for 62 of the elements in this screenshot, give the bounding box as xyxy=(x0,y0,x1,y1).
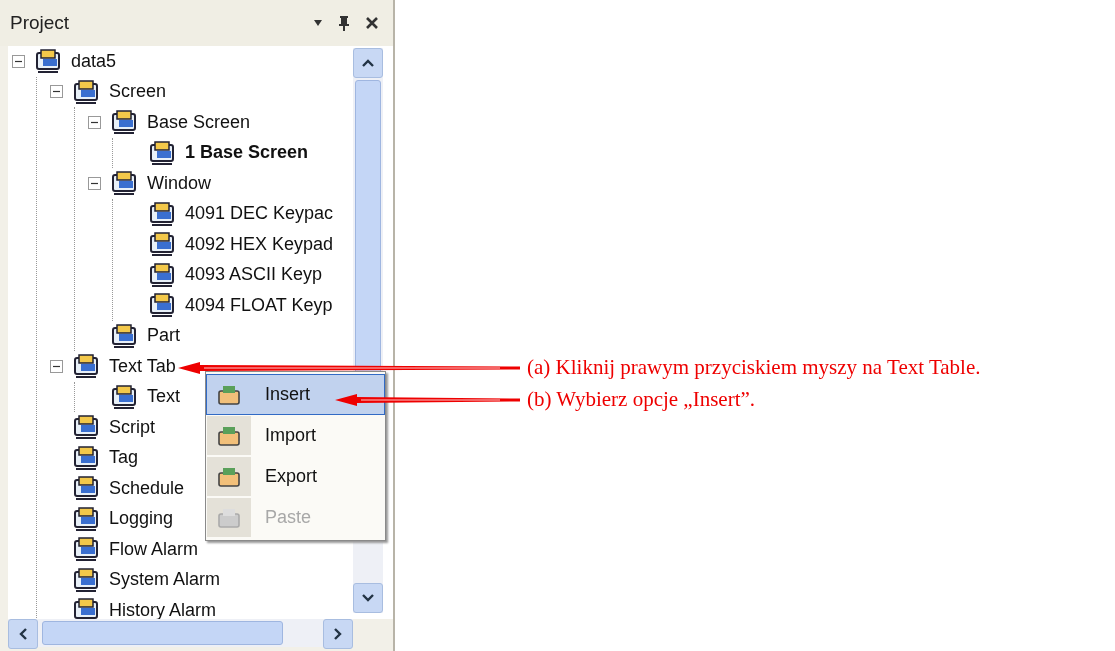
tree-item[interactable]: 4092 HEX Keypad xyxy=(183,232,336,256)
collapse-toggle[interactable] xyxy=(88,115,101,129)
tree-item[interactable]: Text Tab xyxy=(107,354,178,378)
annotation-text: (b) Wybierz opcje „Insert”. xyxy=(527,386,757,413)
tree-item[interactable]: Screen xyxy=(107,80,169,104)
node-icon xyxy=(111,170,137,197)
node-icon xyxy=(111,322,137,349)
collapse-toggle[interactable] xyxy=(50,85,63,99)
tree-item[interactable]: History Alarm xyxy=(107,598,218,619)
node-icon xyxy=(149,292,175,319)
node-icon xyxy=(73,444,99,471)
scroll-right-button[interactable] xyxy=(323,619,353,649)
close-icon[interactable] xyxy=(365,16,379,30)
tree-item[interactable]: data5 xyxy=(69,49,119,73)
node-icon xyxy=(73,414,99,441)
horizontal-scrollbar[interactable] xyxy=(8,619,353,647)
node-icon xyxy=(111,109,137,136)
node-icon xyxy=(73,78,99,105)
tree-item[interactable]: Part xyxy=(145,324,182,348)
right-chevron-icon xyxy=(333,627,343,641)
menu-item[interactable]: Insert xyxy=(206,374,385,415)
node-icon xyxy=(35,48,61,75)
node-icon xyxy=(111,383,137,410)
left-chevron-icon xyxy=(18,627,28,641)
node-icon xyxy=(149,200,175,227)
tree-item[interactable]: Flow Alarm xyxy=(107,537,200,561)
collapse-toggle[interactable] xyxy=(50,359,63,373)
tree-item[interactable]: 4091 DEC Keypac xyxy=(183,202,336,226)
collapse-toggle[interactable] xyxy=(88,176,101,190)
node-icon xyxy=(73,566,99,593)
menu-item[interactable]: Export xyxy=(206,456,385,497)
tree-item[interactable]: Base Screen xyxy=(145,110,253,134)
tree-item[interactable]: Schedule xyxy=(107,476,187,500)
tree-item[interactable]: 4093 ASCII Keyp xyxy=(183,263,325,287)
node-icon xyxy=(73,475,99,502)
scroll-left-button[interactable] xyxy=(8,619,38,649)
menu-item[interactable]: Import xyxy=(206,415,385,456)
annotation-text: (a) Kliknij prawym przyciskiem myszy na Text Table. xyxy=(527,354,981,381)
tree-item[interactable]: Tag xyxy=(107,446,141,470)
down-chevron-icon xyxy=(361,593,375,603)
scroll-down-button[interactable] xyxy=(353,583,383,613)
node-icon xyxy=(73,597,99,619)
dropdown-icon[interactable] xyxy=(313,19,323,27)
node-icon xyxy=(149,261,175,288)
scroll-up-button[interactable] xyxy=(353,48,383,78)
tree-item[interactable]: System Alarm xyxy=(107,568,223,592)
tree-item[interactable]: Script xyxy=(107,415,157,439)
node-icon xyxy=(73,353,99,380)
pin-icon[interactable] xyxy=(337,15,351,31)
tree-item[interactable]: Window xyxy=(145,171,214,195)
node-icon xyxy=(149,139,175,166)
collapse-toggle[interactable] xyxy=(12,54,25,68)
node-icon xyxy=(73,505,99,532)
tree-item[interactable]: 1 Base Screen xyxy=(183,141,311,165)
tree-item[interactable]: Logging xyxy=(107,507,176,531)
up-chevron-icon xyxy=(361,58,375,68)
tree-item[interactable]: Text xyxy=(145,385,182,409)
scroll-thumb[interactable] xyxy=(42,621,283,645)
tree-item[interactable]: 4094 FLOAT Keyp xyxy=(183,293,335,317)
node-icon xyxy=(73,536,99,563)
panel-title: Project xyxy=(10,12,70,34)
node-icon xyxy=(149,231,175,258)
